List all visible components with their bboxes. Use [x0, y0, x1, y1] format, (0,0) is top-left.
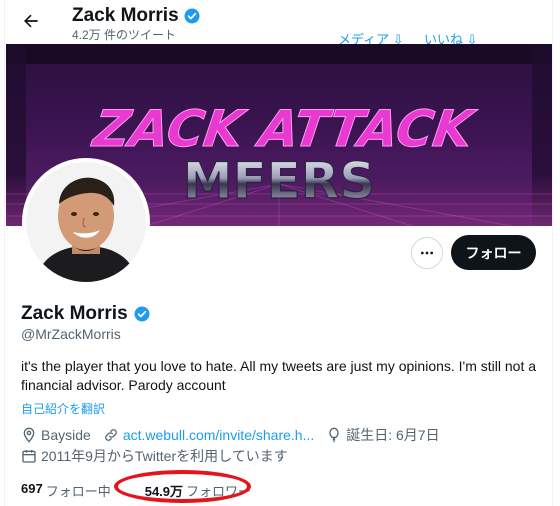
balloon-icon [329, 427, 339, 443]
avatar-photo [26, 162, 146, 282]
verified-badge-icon [134, 306, 150, 322]
following-stat[interactable]: 697 フォロー中 [21, 481, 111, 500]
more-options-button[interactable] [411, 237, 443, 269]
profile-header-bar: Zack Morris 4.2万 件のツイート メディア ⇩ いいね ⇩ [0, 0, 560, 47]
tweet-count: 4.2万 件のツイート [72, 28, 177, 42]
location-pin-icon [23, 427, 35, 443]
banner-text-top: ZACK ATTACK [88, 99, 480, 158]
profile-joined-row: 2011年9月からTwitterを利用しています [21, 446, 300, 466]
profile-handle: @MrZackMorris [21, 326, 121, 342]
translate-bio-link[interactable]: 自己紹介を翻訳 [21, 400, 105, 417]
follow-button[interactable]: フォロー [451, 235, 536, 270]
website-link[interactable]: act.webull.com/invite/share.h... [123, 427, 314, 443]
location-item: Bayside [21, 427, 91, 443]
birthday-text: 誕生日: 6月7日 [346, 427, 440, 443]
column-border-left [4, 0, 5, 506]
link-icon [104, 429, 117, 441]
profile-meta-row: Bayside act.webull.com/invite/share.h...… [21, 425, 452, 445]
location-text: Bayside [41, 427, 91, 443]
birthday-item: 誕生日: 6月7日 [326, 425, 440, 445]
profile-name: Zack Morris [21, 303, 151, 325]
header-title: Zack Morris [72, 5, 201, 27]
following-count: 697 [21, 481, 43, 496]
header-name: Zack Morris [72, 5, 179, 26]
joined-item: 2011年9月からTwitterを利用しています [21, 446, 288, 466]
more-dots-icon [421, 251, 433, 255]
website-item[interactable]: act.webull.com/invite/share.h... [103, 427, 314, 443]
profile-bio: it's the player that you love to hate. A… [21, 358, 537, 393]
followers-highlight-ring [114, 470, 251, 503]
calendar-icon [22, 450, 36, 463]
banner-text-bottom: MFERS [183, 152, 376, 210]
column-border-right [552, 0, 553, 506]
profile-avatar[interactable] [22, 158, 150, 286]
verified-badge-icon [184, 8, 200, 24]
following-label: フォロー中 [45, 484, 111, 499]
back-button[interactable] [18, 8, 44, 34]
joined-text: 2011年9月からTwitterを利用しています [41, 448, 288, 464]
profile-name-text: Zack Morris [21, 303, 128, 324]
arrow-left-icon [24, 14, 38, 28]
